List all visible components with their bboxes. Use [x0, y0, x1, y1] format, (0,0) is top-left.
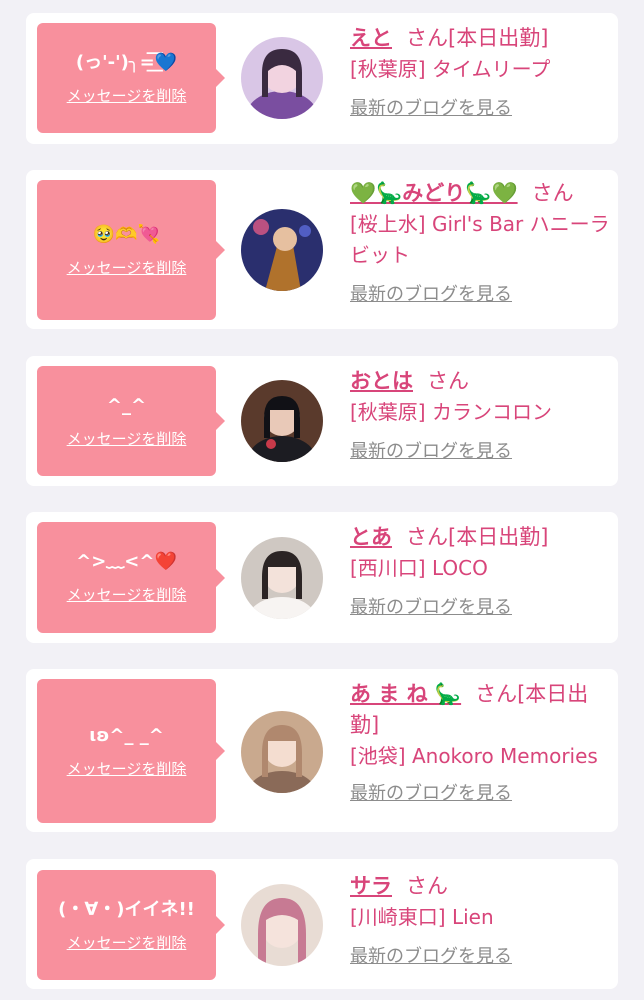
cast-info: えと さん[本日出勤] [秋葉原] タイムリープ 最新のブログを見る: [350, 23, 612, 121]
cast-name-link[interactable]: あ ま ね 🦕: [350, 682, 461, 706]
latest-blog-link[interactable]: 最新のブログを見る: [350, 945, 512, 969]
delete-message-link[interactable]: メッセージを削除: [67, 428, 187, 449]
message-text: ^_^: [106, 394, 147, 416]
avatar-photo: [241, 37, 323, 119]
message-bubble: ^>﹏<^❤️ メッセージを削除: [37, 522, 225, 633]
message-text: ^>﹏<^❤️: [76, 551, 177, 572]
latest-blog-link[interactable]: 最新のブログを見る: [350, 596, 512, 620]
shop-name: [池袋] Anokoro Memories: [350, 744, 598, 768]
avatar-photo: [241, 209, 323, 291]
avatar-photo: [241, 380, 323, 462]
avatar-photo: [241, 711, 323, 793]
honorific: さん: [475, 682, 518, 706]
message-text: (・∀・)イイネ!!: [58, 898, 195, 920]
cast-info: 💚🦕みどり🦕💚 さん [桜上水] Girl's Bar ハニーラビット 最新のブロ…: [350, 178, 612, 307]
latest-blog-link[interactable]: 最新のブログを見る: [350, 782, 512, 806]
avatar[interactable]: [241, 537, 323, 619]
delete-message-link[interactable]: メッセージを削除: [67, 932, 187, 953]
shop-name: [川崎東口] Lien: [350, 905, 494, 929]
cast-info: とあ さん[本日出勤] [西川口] LOCO 最新のブログを見る: [350, 522, 612, 620]
cast-card: 🥹🫶💘 メッセージを削除 💚🦕みどり🦕💚 さん [桜上水] Girl's Bar …: [26, 170, 618, 329]
avatar[interactable]: [241, 380, 323, 462]
cast-info: あ ま ね 🦕 さん[本日出勤] [池袋] Anokoro Memories 最新…: [350, 679, 612, 806]
cast-card: (・∀・)イイネ!! メッセージを削除 サラ さん [川崎東口] Lien 最新の…: [26, 859, 618, 989]
shop-name: [秋葉原] タイムリープ: [350, 57, 551, 81]
cast-card: ^_^ メッセージを削除 おとは さん [秋葉原] カランコロン 最新のブログを見…: [26, 356, 618, 486]
avatar[interactable]: [241, 209, 323, 291]
cast-name-link[interactable]: 💚🦕みどり🦕💚: [350, 181, 518, 205]
message-bubble: (・∀・)イイネ!! メッセージを削除: [37, 870, 225, 980]
cast-card: ιʚ^_ _^ メッセージを削除 あ ま ね 🦕 さん[本日出勤] [池袋] An…: [26, 669, 618, 832]
cast-name-link[interactable]: サラ: [350, 874, 392, 898]
message-bubble: ιʚ^_ _^ メッセージを削除: [37, 679, 225, 823]
cast-name-link[interactable]: えと: [350, 26, 392, 50]
cast-card: (っ'-')╮=͟͟͞͞💙 メッセージを削除 えと さん[本日出勤] [秋葉原] …: [26, 13, 618, 144]
latest-blog-link[interactable]: 最新のブログを見る: [350, 283, 512, 307]
message-bubble: 🥹🫶💘 メッセージを削除: [37, 180, 225, 320]
avatar[interactable]: [241, 37, 323, 119]
delete-message-link[interactable]: メッセージを削除: [67, 584, 187, 605]
latest-blog-link[interactable]: 最新のブログを見る: [350, 97, 512, 121]
honorific: さん: [406, 525, 448, 549]
favorite-cast-list: (っ'-')╮=͟͟͞͞💙 メッセージを削除 えと さん[本日出勤] [秋葉原] …: [0, 0, 644, 1000]
delete-message-link[interactable]: メッセージを削除: [67, 758, 187, 779]
cast-info: サラ さん [川崎東口] Lien 最新のブログを見る: [350, 871, 612, 969]
shop-name: [西川口] LOCO: [350, 556, 488, 580]
shop-name: [秋葉原] カランコロン: [350, 400, 552, 424]
shop-name: [桜上水] Girl's Bar ハニーラビット: [350, 212, 610, 267]
honorific: さん: [406, 874, 448, 898]
delete-message-link[interactable]: メッセージを削除: [67, 257, 187, 278]
cast-info: おとは さん [秋葉原] カランコロン 最新のブログを見る: [350, 366, 612, 464]
message-text: 🥹🫶💘: [92, 223, 161, 245]
honorific: さん: [531, 181, 574, 205]
message-bubble: (っ'-')╮=͟͟͞͞💙 メッセージを削除: [37, 23, 225, 133]
latest-blog-link[interactable]: 最新のブログを見る: [350, 440, 512, 464]
cast-name-link[interactable]: とあ: [350, 525, 392, 549]
honorific: さん: [406, 26, 448, 50]
avatar-photo: [241, 537, 323, 619]
honorific: さん: [427, 369, 469, 393]
avatar[interactable]: [241, 884, 323, 966]
message-text: ιʚ^_ _^: [89, 724, 164, 746]
cast-name-link[interactable]: おとは: [350, 369, 413, 393]
work-status: [本日出勤]: [448, 26, 549, 50]
cast-card: ^>﹏<^❤️ メッセージを削除 とあ さん[本日出勤] [西川口] LOCO 最…: [26, 512, 618, 643]
work-status: [本日出勤]: [448, 525, 549, 549]
avatar-photo: [241, 884, 323, 966]
delete-message-link[interactable]: メッセージを削除: [67, 85, 187, 106]
message-text: (っ'-')╮=͟͟͞͞💙: [75, 51, 178, 73]
message-bubble: ^_^ メッセージを削除: [37, 366, 225, 476]
avatar[interactable]: [241, 711, 323, 793]
